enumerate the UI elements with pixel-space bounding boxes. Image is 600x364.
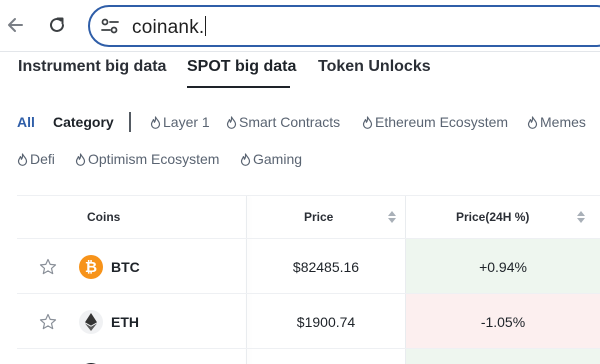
star-icon[interactable] [39,313,57,331]
filter-label: Ethereum Ecosystem [375,114,509,130]
tab-spot-big-data[interactable]: SPOT big data [187,58,296,76]
flame-icon [75,152,86,166]
header-price[interactable]: Price [304,196,333,238]
flame-icon [362,115,373,129]
coin-cell: ETH [17,294,246,349]
active-tab-indicator [187,86,290,88]
sort-icon[interactable] [387,210,397,224]
tab-token-unlocks[interactable]: Token Unlocks [318,58,431,76]
table-row[interactable]: ₿ BTC $82485.16 +0.94% [17,238,600,294]
filter-divider [129,112,131,132]
change-cell: +0.94% [406,239,600,294]
reload-icon [50,17,64,32]
filter-gaming[interactable]: Gaming [240,151,302,167]
price-cell: $1900.74 [296,313,356,330]
address-bar[interactable]: coinank. [88,5,600,47]
filter-category[interactable]: Category [53,114,114,130]
header-change-label: Price(24H %) [456,210,530,224]
change-cell: -1.05% [406,294,600,349]
url-text[interactable]: coinank. [132,16,207,39]
site-settings-icon[interactable] [100,17,120,35]
filter-smart-contracts[interactable]: Smart Contracts [226,114,340,130]
filter-memes[interactable]: Memes [527,114,586,130]
tab-instrument-big-data[interactable]: Instrument big data [18,58,166,76]
flame-icon [150,115,161,129]
header-price-label: Price [304,210,334,224]
filter-defi[interactable]: Defi [17,151,55,167]
flame-icon [527,115,538,129]
filter-label: Smart Contracts [239,114,341,130]
header-coins: Coins [87,210,121,224]
coin-symbol: BTC [111,258,140,275]
filter-all[interactable]: All [17,114,35,130]
filter-label: Defi [30,151,55,167]
ethereum-icon [79,309,103,334]
flame-icon [240,152,251,166]
flame-icon [226,115,237,129]
browser-toolbar: coinank. [0,0,600,52]
arrow-left-icon [8,18,23,32]
coin-table: Coins Price Price(24H %) ₿ BTC $82485.16… [17,195,600,364]
price-cell: $82485.16 [292,258,360,275]
table-row[interactable]: ETH $1900.74 -1.05% [17,293,600,349]
coin-cell: ₿ BTC [17,239,246,294]
text-caret [205,16,207,36]
reload-button[interactable] [42,10,72,40]
header-change[interactable]: Price(24H %) [456,196,529,238]
filter-label: Memes [540,114,586,130]
filter-ethereum-ecosystem[interactable]: Ethereum Ecosystem [362,114,508,130]
coin-symbol: ETH [111,313,139,330]
back-button[interactable] [0,10,30,40]
filter-label: Gaming [253,151,303,167]
change-cell [406,349,600,364]
flame-icon [17,152,28,166]
filter-optimism-ecosystem[interactable]: Optimism Ecosystem [75,151,219,167]
bitcoin-icon: ₿ [79,254,103,279]
filter-layer-1[interactable]: Layer 1 [150,114,210,130]
filter-label: Layer 1 [163,114,210,130]
star-icon[interactable] [39,258,57,276]
table-row[interactable] [17,348,600,364]
main-tabs: Instrument big data SPOT big data Token … [0,52,600,90]
sort-icon[interactable] [576,210,586,224]
filter-label: Optimism Ecosystem [88,151,220,167]
